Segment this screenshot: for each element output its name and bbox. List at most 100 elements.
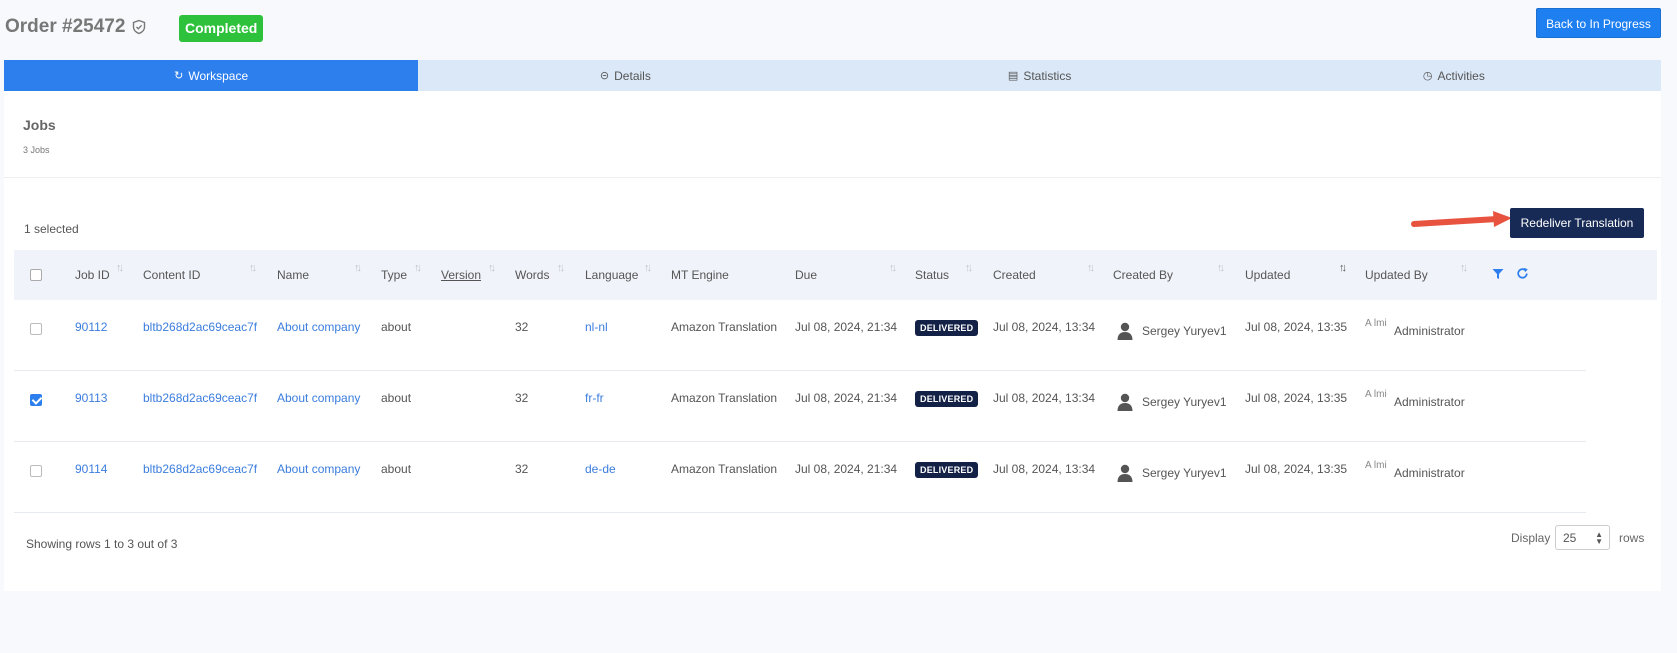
rows-label: rows [1619,531,1645,545]
row-checkbox[interactable] [30,394,42,406]
type-cell: about [381,391,412,405]
chart-icon: ▤ [1007,70,1019,82]
updated-by-cell: Administrator [1394,395,1465,409]
column-header-created-by[interactable]: Created By [1113,268,1173,282]
jobs-header: Jobs 3 Jobs [4,91,1661,178]
status-badge: DELIVERED [915,391,979,407]
tab-workspace[interactable]: ↻ Workspace [4,60,419,91]
tab-bar: ↻ Workspace ⊝ Details ▤ Statistics ◷ Act… [4,60,1661,91]
tab-label: Activities [1437,68,1485,83]
created-cell: Jul 08, 2024, 13:34 [993,391,1096,405]
sort-icon[interactable]: ↑↓ [644,262,652,274]
language-link[interactable]: fr-fr [585,391,604,405]
pagination-summary: Showing rows 1 to 3 out of 3 [26,537,178,551]
column-header-created[interactable]: Created [993,268,1036,282]
words-cell: 32 [515,462,529,476]
minus-circle-icon: ⊝ [599,70,610,82]
row-checkbox[interactable] [30,465,42,477]
mt-engine-cell: Amazon Translation [671,391,778,405]
page-size-value: 25 [1563,531,1577,545]
tab-statistics[interactable]: ▤ Statistics [833,60,1247,91]
column-header-type[interactable]: Type [381,268,407,282]
top-bar: Order #25472 Completed Back to In Progre… [0,0,1677,58]
sort-icon[interactable]: ↑↓ [116,262,124,274]
column-header-updated[interactable]: Updated [1245,268,1290,282]
select-all-checkbox[interactable] [30,269,42,281]
table-row[interactable]: 90113 bltb268d2ac69ceac7f About company … [14,371,1586,442]
redeliver-translation-button[interactable]: Redeliver Translation [1510,208,1644,238]
sort-icon[interactable]: ↑↓ [889,262,897,274]
select-caret-icon: ▲ ▼ [1595,530,1603,546]
column-header-content-id[interactable]: Content ID [143,268,200,282]
user-icon [1117,464,1133,482]
job-id-link[interactable]: 90112 [75,320,107,334]
content-id-link[interactable]: bltb268d2ac69ceac7f [143,462,257,476]
column-header-mt-engine[interactable]: MT Engine [671,268,729,282]
language-link[interactable]: nl-nl [585,320,608,334]
due-cell: Jul 08, 2024, 21:34 [795,391,898,405]
column-header-job-id[interactable]: Job ID [75,268,110,282]
page-size-select[interactable]: 25 ▲ ▼ [1555,525,1610,550]
workspace-panel: Jobs 3 Jobs 1 selected Redeliver Transla… [4,91,1661,591]
content-id-link[interactable]: bltb268d2ac69ceac7f [143,320,257,334]
type-cell: about [381,462,412,476]
user-icon [1117,322,1133,340]
column-header-version[interactable]: Version [441,268,481,282]
sort-icon[interactable]: ↑↓ [249,262,257,274]
sort-icon[interactable]: ↑↓ [488,262,496,274]
sort-icon[interactable]: ↑↓ [965,262,973,274]
mt-engine-cell: Amazon Translation [671,320,778,334]
row-checkbox[interactable] [30,323,42,335]
name-link[interactable]: About company [277,462,360,476]
updated-by-cell: Administrator [1394,324,1465,338]
updated-cell: Jul 08, 2024, 13:35 [1245,320,1348,334]
back-to-in-progress-button[interactable]: Back to In Progress [1536,8,1661,38]
name-link[interactable]: About company [277,391,360,405]
type-cell: about [381,320,412,334]
history-icon: ◷ [1422,70,1433,82]
table-row[interactable]: 90112 bltb268d2ac69ceac7f About company … [14,300,1586,371]
mt-engine-cell: Amazon Translation [671,462,778,476]
column-header-due[interactable]: Due [795,268,817,282]
tab-label: Details [614,68,651,83]
tab-details[interactable]: ⊝ Details [418,60,832,91]
column-header-words[interactable]: Words [515,268,549,282]
sort-desc-icon[interactable]: ↑↓ [1339,262,1347,274]
due-cell: Jul 08, 2024, 21:34 [795,462,898,476]
language-link[interactable]: de-de [585,462,616,476]
updated-cell: Jul 08, 2024, 13:35 [1245,391,1348,405]
created-cell: Jul 08, 2024, 13:34 [993,320,1096,334]
sort-icon[interactable]: ↑↓ [354,262,362,274]
status-badge: Completed [179,15,264,42]
sort-icon[interactable]: ↑↓ [414,262,422,274]
tab-label: Workspace [188,68,249,83]
created-by-cell: Sergey Yuryev1 [1142,324,1227,338]
name-link[interactable]: About company [277,320,360,334]
order-title-text: Order #25472 [5,16,126,37]
sort-icon[interactable]: ↑↓ [557,262,565,274]
column-header-updated-by[interactable]: Updated By [1365,268,1428,282]
job-id-link[interactable]: 90113 [75,391,107,405]
tab-activities[interactable]: ◷ Activities [1247,60,1661,91]
due-cell: Jul 08, 2024, 21:34 [795,320,898,334]
table-header: Job ID ↑↓ Content ID ↑↓ Name ↑↓ Type ↑↓ … [14,250,1657,300]
user-icon [1117,393,1133,411]
sort-icon[interactable]: ↑↓ [1087,262,1095,274]
sort-icon[interactable]: ↑↓ [1460,262,1468,274]
jobs-count: 3 Jobs [23,145,50,155]
column-header-name[interactable]: Name [277,268,309,282]
display-label: Display [1511,531,1551,545]
share-icon: ↻ [174,70,184,82]
table-row[interactable]: 90114 bltb268d2ac69ceac7f About company … [14,442,1586,513]
avatar: A lmi [1365,460,1387,471]
filter-icon[interactable] [1492,268,1504,280]
sort-icon[interactable]: ↑↓ [1217,262,1225,274]
job-id-link[interactable]: 90114 [75,462,107,476]
refresh-icon[interactable] [1516,267,1529,280]
shield-check-icon [133,19,146,35]
avatar: A lmi [1365,389,1387,400]
content-id-link[interactable]: bltb268d2ac69ceac7f [143,391,257,405]
arrow-annotation-icon [1411,211,1512,227]
column-header-status[interactable]: Status [915,268,949,282]
column-header-language[interactable]: Language [585,268,638,282]
